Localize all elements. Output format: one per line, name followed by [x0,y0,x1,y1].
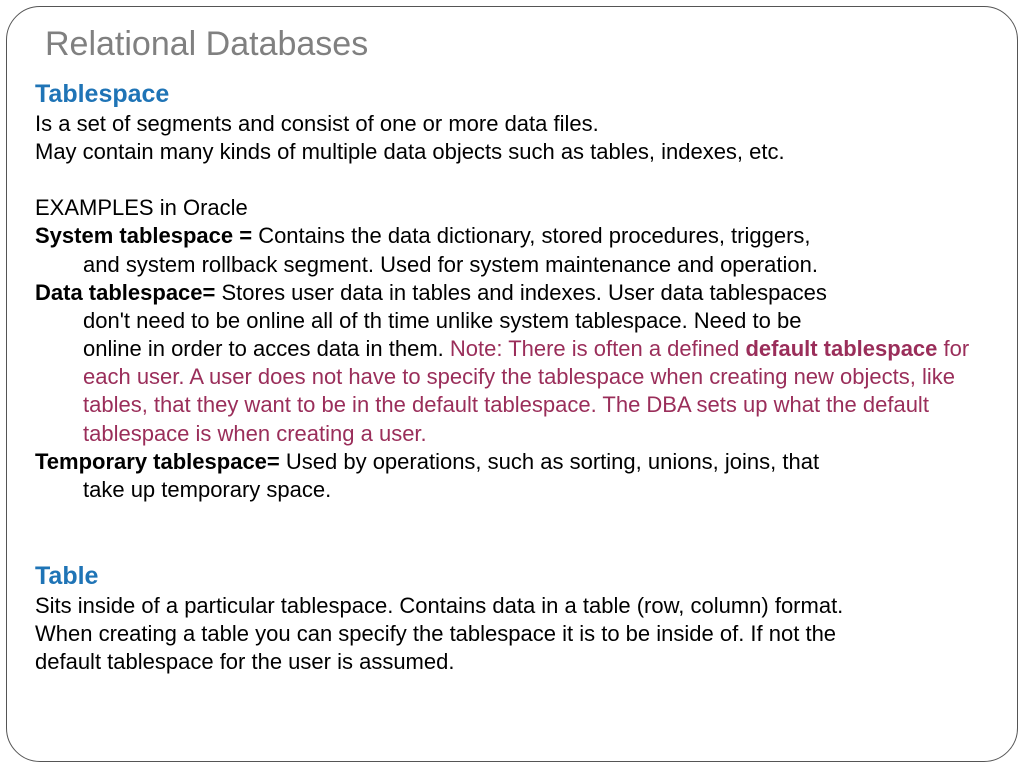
table-heading: Table [35,560,989,592]
table-line1: Sits inside of a particular tablespace. … [35,592,989,620]
tablespace-heading: Tablespace [35,78,989,110]
system-label: System tablespace = [35,223,258,248]
table-line2: When creating a table you can specify th… [35,620,989,648]
temp-label: Temporary tablespace= [35,449,286,474]
page-title: Relational Databases [45,25,989,64]
slide-frame: Relational Databases Tablespace Is a set… [6,6,1018,762]
system-text2: and system rollback segment. Used for sy… [35,251,989,279]
temp-tablespace-row: Temporary tablespace= Used by operations… [35,448,989,476]
tablespace-line2: May contain many kinds of multiple data … [35,138,989,166]
data-text2: don't need to be online all of th time u… [35,307,989,335]
spacer [35,166,989,194]
system-tablespace-row: System tablespace = Contains the data di… [35,222,989,250]
data-text3-note: online in order to acces data in them. N… [35,335,989,448]
data-text1: Stores user data in tables and indexes. … [221,280,826,305]
examples-label: EXAMPLES in Oracle [35,194,989,222]
slide-content: Tablespace Is a set of segments and cons… [35,78,989,677]
tablespace-line1: Is a set of segments and consist of one … [35,110,989,138]
table-line3: default tablespace for the user is assum… [35,648,989,676]
temp-text1: Used by operations, such as sorting, uni… [286,449,819,474]
data-label: Data tablespace= [35,280,221,305]
system-text1: Contains the data dictionary, stored pro… [258,223,810,248]
note-bold: default tablespace [745,336,943,361]
data-text3a: online in order to acces data in them. [83,336,450,361]
temp-text2: take up temporary space. [35,476,989,504]
data-tablespace-row: Data tablespace= Stores user data in tab… [35,279,989,307]
spacer-large [35,504,989,560]
note-a: Note: There is often a defined [450,336,746,361]
